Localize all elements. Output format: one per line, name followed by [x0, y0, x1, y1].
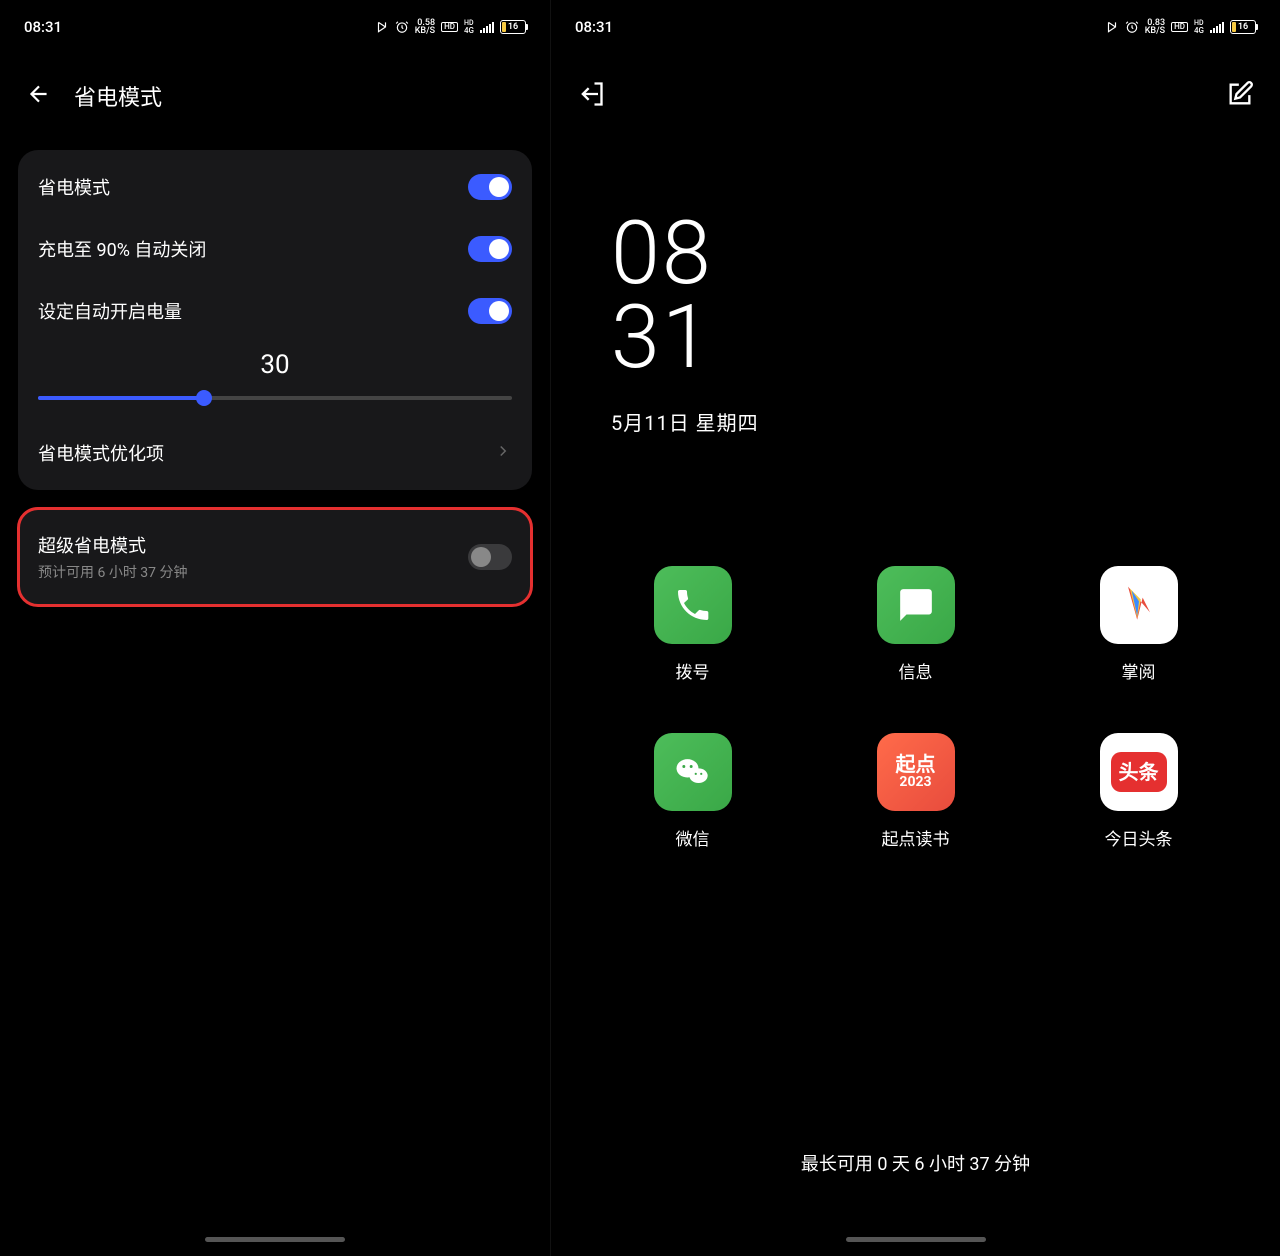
app-qidian[interactable]: 起点 2023 起点读书: [824, 733, 1007, 850]
status-icons-right: 0.83 KB/S HD HD 4G 16: [1105, 19, 1256, 35]
app-label: 微信: [676, 825, 710, 850]
nav-bar-right[interactable]: [846, 1237, 986, 1242]
app-wechat[interactable]: 微信: [601, 733, 784, 850]
chevron-right-icon: [494, 442, 512, 464]
auto-off-90-toggle[interactable]: [468, 236, 512, 262]
battery-threshold-slider[interactable]: [38, 396, 512, 400]
app-label: 今日头条: [1105, 825, 1173, 850]
auto-off-90-label: 充电至 90% 自动关闭: [38, 236, 206, 262]
ultra-subtitle: 预计可用 6 小时 37 分钟: [38, 562, 188, 582]
header: 省电模式: [0, 50, 550, 132]
network-type: HD 4G: [1194, 20, 1204, 33]
status-bar-left: 08:31 0.58 KB/S HD HD 4G 16: [0, 0, 550, 50]
app-label: 起点读书: [882, 825, 950, 850]
hd-icon: HD: [441, 22, 458, 32]
nfc-icon: [1105, 20, 1119, 34]
power-saving-label: 省电模式: [38, 174, 110, 200]
alarm-icon: [1125, 20, 1139, 34]
ultra-power-saving-card: 超级省电模式 预计可用 6 小时 37 分钟: [18, 508, 532, 606]
hd-icon: HD: [1171, 22, 1188, 32]
app-label: 拨号: [676, 658, 710, 683]
wechat-icon: [654, 733, 732, 811]
clock-widget: 08 31 5月11日 星期四: [551, 132, 1280, 436]
status-time: 08:31: [24, 18, 62, 36]
power-saving-card: 省电模式 充电至 90% 自动关闭 设定自动开启电量 30 省电模式优化项: [18, 150, 532, 490]
exit-icon[interactable]: [577, 80, 605, 112]
network-type: HD 4G: [464, 20, 474, 33]
network-speed: 0.83 KB/S: [1145, 19, 1165, 35]
battery-icon: 16: [500, 20, 526, 34]
app-toutiao[interactable]: 头条 今日头条: [1047, 733, 1230, 850]
app-phone[interactable]: 拨号: [601, 566, 784, 683]
power-saving-toggle[interactable]: [468, 174, 512, 200]
alarm-icon: [395, 20, 409, 34]
launcher-screen: 08:31 0.83 KB/S HD HD 4G 16: [551, 0, 1280, 1256]
optimizations-label: 省电模式优化项: [38, 440, 164, 466]
reader-icon: [1100, 566, 1178, 644]
ultra-title: 超级省电模式: [38, 532, 188, 558]
back-arrow-icon[interactable]: [26, 81, 52, 111]
optimizations-row[interactable]: 省电模式优化项: [18, 422, 532, 484]
toutiao-icon: 头条: [1100, 733, 1178, 811]
status-bar-right: 08:31 0.83 KB/S HD HD 4G 16: [551, 0, 1280, 50]
app-grid: 拨号 信息 掌阅 微信 起点 2023 起点读书: [551, 436, 1280, 850]
settings-screen: 08:31 0.58 KB/S HD HD 4G 16: [0, 0, 551, 1256]
launcher-header: [551, 50, 1280, 132]
message-icon: [877, 566, 955, 644]
app-label: 掌阅: [1122, 658, 1156, 683]
clock-date: 5月11日 星期四: [611, 407, 1280, 436]
nav-bar-left[interactable]: [205, 1237, 345, 1242]
auto-on-level-toggle[interactable]: [468, 298, 512, 324]
status-icons-left: 0.58 KB/S HD HD 4G 16: [375, 19, 526, 35]
status-time: 08:31: [575, 18, 613, 36]
remaining-time-text: 最长可用 0 天 6 小时 37 分钟: [551, 1150, 1280, 1176]
auto-on-level-label: 设定自动开启电量: [38, 298, 182, 324]
auto-off-90-row: 充电至 90% 自动关闭: [18, 218, 532, 280]
page-title: 省电模式: [74, 80, 162, 112]
clock-hour: 08: [611, 212, 1280, 296]
nfc-icon: [375, 20, 389, 34]
battery-icon: 16: [1230, 20, 1256, 34]
app-label: 信息: [899, 658, 933, 683]
ultra-power-saving-toggle[interactable]: [468, 544, 512, 570]
power-saving-row: 省电模式: [18, 156, 532, 218]
signal-icon: [1210, 21, 1224, 33]
signal-icon: [480, 21, 494, 33]
app-message[interactable]: 信息: [824, 566, 1007, 683]
phone-icon: [654, 566, 732, 644]
slider-value: 30: [38, 350, 512, 380]
network-speed: 0.58 KB/S: [415, 19, 435, 35]
clock-minute: 31: [611, 296, 1280, 380]
auto-on-level-row: 设定自动开启电量: [18, 280, 532, 342]
qidian-icon: 起点 2023: [877, 733, 955, 811]
battery-threshold-slider-area: 30: [18, 342, 532, 422]
edit-icon[interactable]: [1226, 80, 1254, 112]
app-reader[interactable]: 掌阅: [1047, 566, 1230, 683]
ultra-power-saving-row: 超级省电模式 预计可用 6 小时 37 分钟: [18, 514, 532, 600]
